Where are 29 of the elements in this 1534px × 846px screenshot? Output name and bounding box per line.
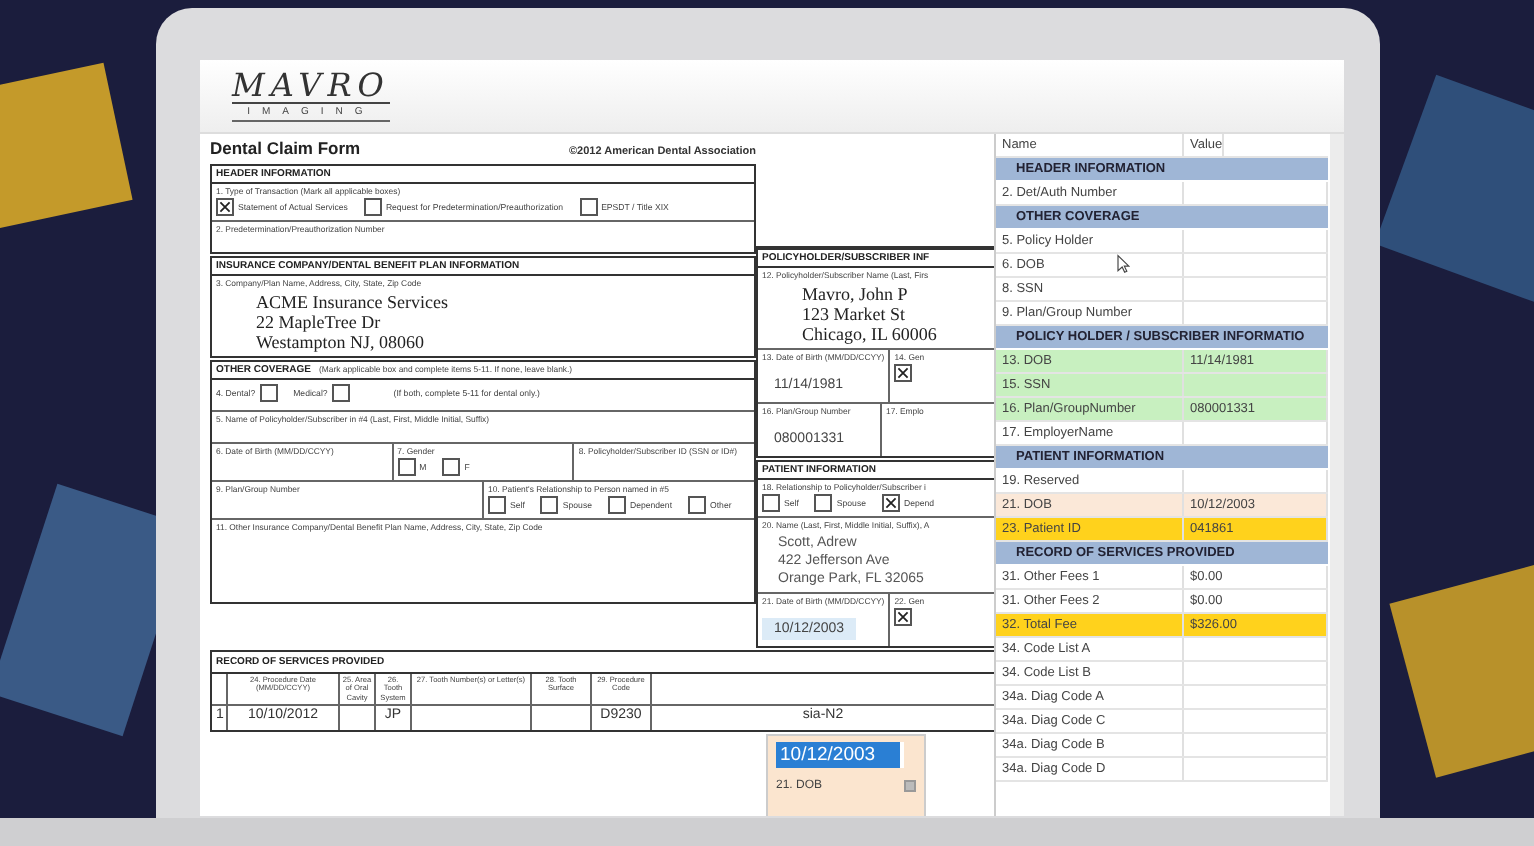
checkbox[interactable]	[488, 496, 506, 514]
checkbox[interactable]	[607, 496, 626, 514]
checkbox[interactable]	[331, 384, 350, 402]
checkbox[interactable]	[216, 198, 234, 216]
address-line: Chicago, IL 60006	[802, 324, 939, 344]
date-input[interactable]: 10/12/2003	[776, 742, 904, 768]
address-line: Westampton NJ, 08060	[256, 332, 427, 352]
address-line: 22 MapleTree Dr	[256, 312, 383, 332]
checkbox[interactable]	[363, 198, 382, 216]
checkbox[interactable]	[894, 364, 913, 382]
address-line: Mavro, John P	[802, 284, 910, 304]
address-line: ACME Insurance Services	[256, 292, 450, 312]
checkbox[interactable]	[762, 494, 780, 512]
table-header	[212, 674, 228, 707]
checkbox[interactable]	[894, 608, 913, 626]
address-line: 123 Market St	[802, 304, 907, 324]
checkbox[interactable]	[442, 458, 461, 476]
logo-wordmark: MAVRO	[232, 70, 390, 104]
checkbox[interactable]	[259, 384, 278, 402]
checkbox[interactable]	[881, 494, 900, 512]
checkbox[interactable]	[579, 198, 598, 216]
grip-icon	[904, 780, 916, 792]
pointer-icon	[1116, 254, 1130, 274]
checkbox[interactable]	[397, 458, 416, 476]
checkbox[interactable]	[814, 494, 833, 512]
scrollbar[interactable]	[1330, 134, 1344, 816]
form-title: Dental Claim Form	[210, 138, 361, 158]
checkbox[interactable]	[540, 496, 559, 514]
checkbox[interactable]	[688, 496, 707, 514]
